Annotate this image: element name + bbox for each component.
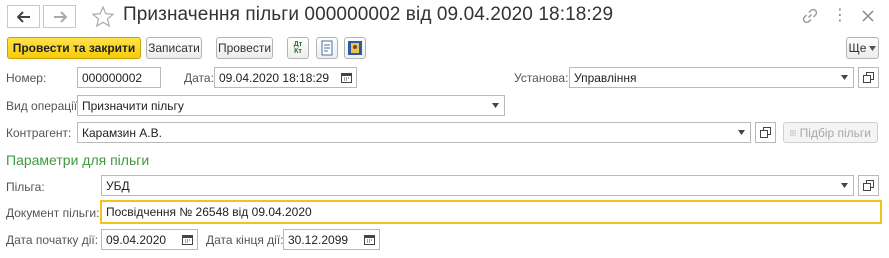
operation-dropdown-button[interactable]: [486, 96, 504, 115]
open-window-icon: [760, 127, 771, 138]
close-button[interactable]: [858, 6, 878, 26]
end-date-field[interactable]: 30.12.2099: [283, 229, 380, 250]
operation-value: Призначити пільгу: [82, 98, 184, 113]
selection-icon: [790, 129, 796, 136]
document-value: Посвідчення № 26548 від 09.04.2020: [106, 205, 312, 219]
select-benefit-label: Підбір пільги: [799, 125, 871, 140]
date-label: Дата:: [184, 71, 214, 85]
page-title: Призначення пільги 000000002 від 09.04.2…: [123, 4, 614, 25]
number-field[interactable]: 000000002: [77, 67, 161, 88]
document-label: Документ пільги:: [6, 206, 100, 220]
institution-dropdown-button[interactable]: [835, 68, 853, 87]
counterparty-value: Карамзин А.В.: [82, 125, 162, 140]
chevron-down-icon: [738, 130, 745, 135]
document-field[interactable]: Посвідчення № 26548 від 09.04.2020: [100, 200, 882, 224]
close-icon: [862, 10, 874, 22]
end-date-label: Дата кінця дії:: [206, 233, 284, 247]
open-window-icon: [863, 72, 874, 83]
number-label: Номер:: [6, 71, 47, 85]
print-button[interactable]: [344, 37, 366, 59]
vertical-dots-icon: ⋮: [832, 7, 848, 24]
dt-kt-button[interactable]: Дт Кт: [287, 37, 309, 59]
chevron-down-icon: [841, 183, 848, 188]
dt-kt-icon: Дт Кт: [293, 41, 303, 55]
post-button[interactable]: Провести: [216, 37, 273, 59]
calendar-icon: [181, 235, 193, 245]
arrow-right-icon: [53, 10, 67, 23]
benefit-open-button[interactable]: [858, 175, 879, 196]
benefit-field[interactable]: УБД: [101, 175, 854, 196]
chevron-down-icon: [869, 45, 877, 51]
link-icon: [802, 8, 818, 24]
select-benefit-button[interactable]: Підбір пільги: [783, 122, 878, 143]
institution-label: Установа:: [514, 71, 569, 85]
counterparty-open-button[interactable]: [755, 122, 776, 143]
date-value: 09.04.2020 18:18:29: [219, 70, 330, 85]
benefit-label: Пільга:: [6, 180, 45, 194]
benefit-value: УБД: [106, 178, 130, 193]
date-field[interactable]: 09.04.2020 18:18:29: [214, 67, 357, 88]
back-button[interactable]: [7, 5, 40, 28]
save-button[interactable]: Записати: [146, 37, 202, 59]
counterparty-dropdown-button[interactable]: [732, 123, 750, 142]
chevron-down-icon: [492, 103, 499, 108]
institution-open-button[interactable]: [858, 67, 879, 88]
print-document-icon: [348, 41, 362, 55]
more-label: Ще: [848, 41, 867, 55]
institution-field[interactable]: Управління: [569, 67, 854, 88]
number-value: 000000002: [82, 70, 143, 85]
calendar-button[interactable]: [336, 68, 356, 87]
end-date-calendar-button[interactable]: [359, 230, 379, 249]
post-and-close-button[interactable]: Провести та закрити: [7, 37, 141, 59]
forward-button[interactable]: [43, 5, 76, 28]
start-date-calendar-button[interactable]: [177, 230, 197, 249]
benefit-dropdown-button[interactable]: [835, 176, 853, 195]
institution-value: Управління: [574, 70, 637, 85]
start-date-label: Дата початку дії:: [6, 233, 99, 247]
star-icon: [91, 5, 115, 28]
start-date-value: 09.04.2020: [106, 232, 167, 247]
favorite-star-button[interactable]: [91, 5, 115, 29]
report-button[interactable]: [316, 37, 338, 59]
calendar-icon: [363, 235, 375, 245]
operation-label: Вид операції:: [6, 99, 81, 113]
operation-select[interactable]: Призначити пільгу: [77, 95, 505, 116]
open-window-icon: [863, 180, 874, 191]
counterparty-field[interactable]: Карамзин А.В.: [77, 122, 751, 143]
start-date-field[interactable]: 09.04.2020: [101, 229, 198, 250]
document-icon: [321, 40, 333, 56]
link-button[interactable]: [800, 6, 820, 26]
chevron-down-icon: [841, 75, 848, 80]
calendar-icon: [340, 73, 352, 83]
more-menu-button[interactable]: Ще: [846, 37, 879, 59]
counterparty-label: Контрагент:: [6, 126, 72, 140]
section-title: Параметри для пільги: [6, 152, 150, 168]
arrow-left-icon: [16, 10, 30, 23]
more-actions-button[interactable]: ⋮: [830, 6, 850, 26]
end-date-value: 30.12.2099: [288, 232, 349, 247]
